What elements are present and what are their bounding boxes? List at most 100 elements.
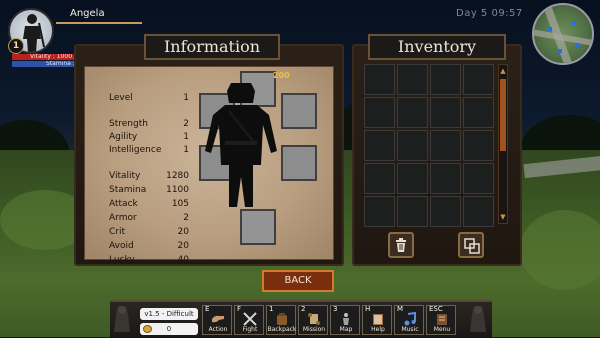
hotkey-label: Backpack: [267, 326, 297, 333]
stat-value: 20: [177, 227, 189, 237]
inventory-slot[interactable]: [364, 130, 395, 161]
stat-row-armor: Armor 2: [109, 213, 189, 225]
stat-row-strength: Strength 2: [109, 119, 189, 131]
grass-patch: [520, 210, 600, 290]
inventory-slot[interactable]: [463, 97, 494, 128]
minimap-marker: [572, 21, 576, 25]
scroll-down-icon[interactable]: ▼: [499, 212, 507, 222]
stat-name: Avoid: [109, 241, 134, 251]
hotkey-music-button[interactable]: M Music: [394, 305, 424, 335]
inventory-slot[interactable]: [397, 64, 428, 95]
inventory-title: Inventory: [368, 34, 506, 60]
hotkey-label: Map: [339, 326, 353, 333]
bottom-hotbar: v1.5 - Difficult 0 E Action F Fight 1 Ba…: [110, 300, 492, 337]
hotkey-backpack-button[interactable]: 1 Backpack: [266, 305, 296, 335]
stat-name: Intelligence: [109, 145, 162, 155]
hotkey-key: H: [365, 305, 371, 313]
stat-value: 2: [183, 213, 189, 223]
stat-name: Agility: [109, 132, 138, 142]
inventory-slot[interactable]: [430, 97, 461, 128]
inventory-slot[interactable]: [397, 97, 428, 128]
stat-row-vitality: Vitality 1280: [109, 171, 189, 183]
stat-value: 105: [171, 199, 189, 209]
arrange-button[interactable]: [458, 232, 484, 258]
hotkey-label: Action: [208, 326, 228, 333]
stat-value: 1: [183, 145, 189, 155]
inventory-slot[interactable]: [364, 64, 395, 95]
hotkey-key: 2: [301, 305, 306, 313]
hotkey-mission-button[interactable]: 2 Mission: [298, 305, 328, 335]
knight-ornament-icon: [112, 304, 132, 334]
inventory-slot[interactable]: [364, 97, 395, 128]
hotkey-map-button[interactable]: 3 Map: [330, 305, 360, 335]
stat-name: Attack: [109, 199, 138, 209]
inventory-slot[interactable]: [397, 196, 428, 227]
stat-row-agility: Agility 1: [109, 132, 189, 144]
trash-icon: [396, 238, 406, 252]
stat-row-lucky: Lucky 40: [109, 255, 189, 267]
scroll-up-icon[interactable]: ▲: [499, 66, 507, 76]
inventory-slot[interactable]: [463, 64, 494, 95]
inventory-slot[interactable]: [430, 130, 461, 161]
inventory-scrollbar[interactable]: ▲ ▼: [498, 64, 508, 224]
hotkey-fight-button[interactable]: F Fight: [234, 305, 264, 335]
back-button[interactable]: BACK: [262, 270, 334, 292]
stat-value: 40: [177, 255, 189, 265]
inventory-grid: [364, 64, 494, 228]
player-level-badge: 1: [8, 38, 24, 54]
hotkey-key: 1: [269, 305, 274, 313]
stat-value: 20: [177, 241, 189, 251]
inventory-slot[interactable]: [463, 196, 494, 227]
scroll-thumb[interactable]: [500, 79, 506, 151]
crossed-swords-icon: [243, 312, 257, 326]
minimap-marker: [558, 49, 562, 53]
inventory-slot[interactable]: [397, 163, 428, 194]
hotkey-label: Mission: [302, 326, 326, 333]
hotkey-label: Help: [371, 326, 385, 333]
minimap-marker: [548, 27, 552, 31]
inventory-slot[interactable]: [463, 130, 494, 161]
inventory-slot[interactable]: [397, 130, 428, 161]
inventory-slot[interactable]: [463, 163, 494, 194]
minimap[interactable]: [532, 3, 594, 65]
stat-row-stamina: Stamina 1100: [109, 185, 189, 197]
hand-icon: [212, 315, 224, 323]
inventory-slot[interactable]: [364, 196, 395, 227]
stat-name: Stamina: [109, 185, 147, 195]
version-label: v1.5 - Difficult: [140, 308, 198, 320]
trash-button[interactable]: [388, 232, 414, 258]
inventory-panel: Inventory ▲ ▼: [352, 34, 522, 266]
help-book-icon: [373, 314, 383, 325]
knight-ornament-icon: [468, 304, 488, 334]
stat-value: 1: [183, 93, 189, 103]
inventory-slot[interactable]: [430, 163, 461, 194]
information-panel: Level 1 Strength 2 Agility 1 Intelligence 1 …: [74, 34, 344, 267]
stat-row-crit: Crit 20: [109, 227, 189, 239]
gold-counter: 0: [140, 323, 198, 335]
hotkey-label: Menu: [433, 326, 451, 333]
map-figure-icon: [343, 313, 349, 325]
inventory-slot[interactable]: [364, 163, 395, 194]
player-name: Angela: [70, 8, 105, 19]
day-time-label: Day 5 09:57: [456, 8, 523, 19]
name-underline: [56, 22, 142, 24]
stat-value: 1: [183, 132, 189, 142]
hotkey-menu-button[interactable]: ESC Menu: [426, 305, 456, 335]
stat-value: 2: [183, 119, 189, 129]
hotkey-help-button[interactable]: H Help: [362, 305, 392, 335]
stat-value: 1280: [166, 171, 189, 181]
stat-value: 1100: [166, 185, 189, 195]
character-silhouette: [205, 83, 277, 207]
stat-name: Strength: [109, 119, 148, 129]
stat-row-level: Level 1: [109, 93, 189, 105]
stat-name: Armor: [109, 213, 137, 223]
hotkey-label: Music: [401, 326, 419, 333]
gold-amount: 200: [273, 71, 290, 80]
information-title: Information: [144, 34, 280, 60]
hotkey-action-button[interactable]: E Action: [202, 305, 232, 335]
stack-icon: [464, 238, 480, 254]
stat-row-avoid: Avoid 20: [109, 241, 189, 253]
inventory-slot[interactable]: [430, 64, 461, 95]
menu-book-icon: [437, 314, 447, 325]
inventory-slot[interactable]: [430, 196, 461, 227]
